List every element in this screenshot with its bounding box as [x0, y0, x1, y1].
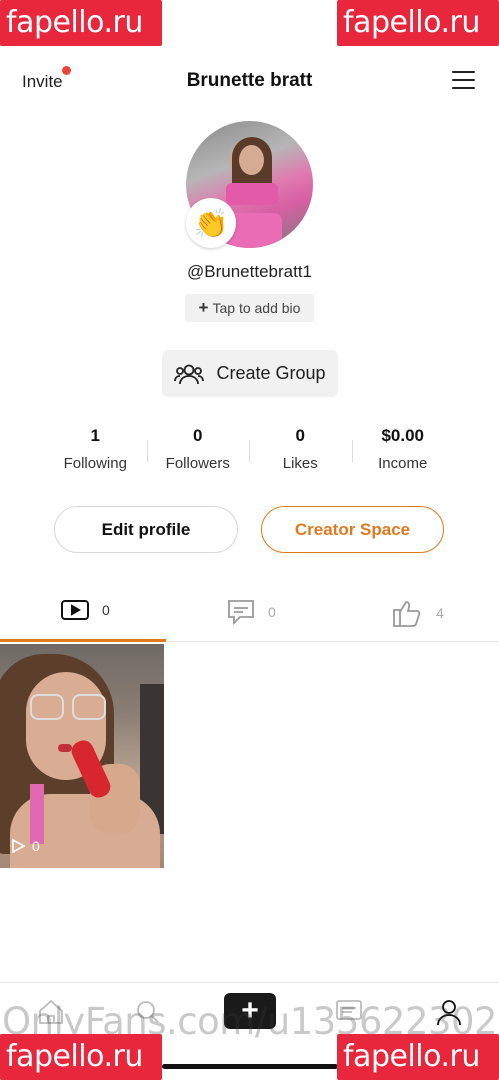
plus-icon: + — [198, 298, 209, 317]
comment-icon — [228, 600, 254, 626]
stat-label: Income — [378, 455, 428, 472]
stat-following[interactable]: 1 Following — [44, 424, 147, 480]
profile-stats: 1 Following 0 Followers 0 Likes $0.00 In… — [44, 424, 454, 480]
edit-profile-button[interactable]: Edit profile — [54, 506, 238, 553]
menu-icon[interactable] — [452, 71, 475, 91]
tab-videos[interactable]: 0 — [60, 598, 110, 622]
tab-count: 0 — [102, 602, 110, 618]
thumbs-up-icon — [393, 601, 421, 627]
tab-count: 0 — [268, 604, 276, 620]
stat-label: Following — [63, 455, 127, 472]
creator-space-button[interactable]: Creator Space — [261, 506, 444, 553]
add-bio-label: Tap to add bio — [212, 300, 301, 316]
add-bio-button[interactable]: + Tap to add bio — [185, 294, 314, 322]
stat-label: Followers — [165, 455, 230, 472]
video-thumbnail[interactable] — [0, 644, 164, 868]
stat-followers[interactable]: 0 Followers — [146, 424, 250, 480]
tab-likes[interactable]: 4 — [392, 598, 444, 628]
stat-income[interactable]: $0.00 Income — [351, 424, 455, 480]
watermark-bottom-left: fapello.ru — [0, 1034, 162, 1080]
stat-likes[interactable]: 0 Likes — [249, 424, 352, 480]
stat-value: $0.00 — [381, 426, 425, 445]
profile-handle: @Brunettebratt1 — [187, 262, 312, 281]
stat-value: 0 — [193, 426, 203, 445]
home-indicator — [162, 1064, 338, 1069]
stat-value: 0 — [295, 426, 305, 445]
stat-value: 1 — [90, 426, 100, 445]
watermark-top-right: fapello.ru — [337, 0, 499, 46]
page-title: Brunette bratt — [186, 70, 313, 91]
stat-label: Likes — [282, 455, 318, 472]
active-tab-indicator — [0, 639, 166, 642]
users-group-icon — [174, 364, 205, 384]
content-tabs: 0 0 4 — [0, 590, 499, 642]
tab-comments[interactable]: 0 — [226, 598, 276, 626]
clapping-hands-badge-icon: 👏 — [186, 198, 236, 248]
watermark-top-left: fapello.ru — [0, 0, 162, 46]
tab-count: 4 — [436, 605, 444, 621]
play-icon — [12, 838, 26, 854]
play-count-value: 0 — [32, 838, 40, 854]
watermark-bottom-right: fapello.ru — [337, 1034, 499, 1080]
create-group-label: Create Group — [216, 363, 326, 383]
create-group-button[interactable]: Create Group — [162, 350, 338, 397]
video-icon — [61, 600, 89, 620]
video-play-count: 0 — [10, 838, 40, 854]
